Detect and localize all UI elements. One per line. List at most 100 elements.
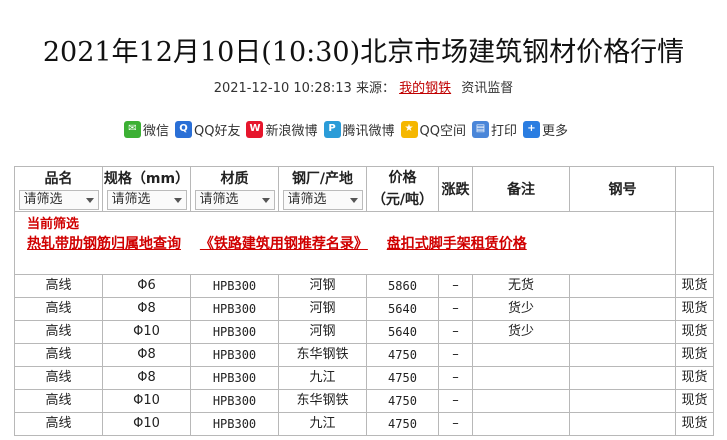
share-label: 腾讯微博 (342, 123, 395, 139)
qq-zone-icon: ★ (400, 120, 418, 138)
cell-material: HPB300 (190, 366, 279, 390)
col-mill-label: 钢厂/产地 (291, 171, 354, 187)
cell-product: 高线 (14, 366, 103, 390)
link-rebar-origin-query[interactable]: 热轧带肋钢筋归属地查询 (27, 236, 181, 252)
cell-steel-no (569, 343, 676, 367)
cell-spec: Φ10 (102, 320, 191, 344)
cell-product: 高线 (14, 274, 103, 298)
share-label: 新浪微博 (265, 123, 318, 139)
product-filter-value: 请筛选 (23, 192, 63, 207)
cell-product: 高线 (14, 412, 103, 436)
share-print-button[interactable]: ▤ 打印 (471, 120, 517, 139)
share-label: 更多 (542, 123, 569, 139)
cell-material: HPB300 (190, 412, 279, 436)
sina-weibo-icon: W (246, 120, 264, 138)
cell-material: HPB300 (190, 274, 279, 298)
spot-link[interactable]: 现货 (675, 320, 714, 344)
share-label: 打印 (490, 123, 517, 139)
table-row: 高线 Φ8 HPB300 东华钢铁 4750– 现货 (14, 343, 714, 367)
cell-price: 5640 (366, 320, 439, 344)
cell-price: 4750 (366, 366, 439, 390)
cell-mill: 东华钢铁 (278, 343, 367, 367)
table-row: 高线 Φ6 HPB300 河钢 5860– 无货 现货 (14, 274, 714, 298)
spot-link[interactable]: 现货 (675, 274, 714, 298)
cell-note: 货少 (472, 320, 570, 344)
spot-link[interactable]: 现货 (675, 389, 714, 413)
cell-note (472, 412, 570, 436)
col-price-unit: （元/吨） (371, 192, 434, 208)
cell-mill: 东华钢铁 (278, 389, 367, 413)
chevron-down-icon (173, 197, 182, 203)
cell-product: 高线 (14, 343, 103, 367)
print-icon: ▤ (471, 120, 489, 138)
spot-link[interactable]: 现货 (675, 412, 714, 436)
link-railway-steel-list[interactable]: 《铁路建筑用钢推荐名录》 (200, 236, 368, 252)
col-action-header (675, 166, 714, 212)
current-filter-label: 当前筛选 (27, 217, 80, 232)
chevron-down-icon (85, 197, 94, 203)
related-links: 热轧带肋钢筋归属地查询 《铁路建筑用钢推荐名录》 盘扣式脚手架租赁价格 (27, 234, 663, 254)
cell-mill: 河钢 (278, 274, 367, 298)
cell-steel-no (569, 320, 676, 344)
cell-steel-no (569, 412, 676, 436)
material-filter-value: 请筛选 (199, 192, 239, 207)
category-label: 资讯监督 (461, 81, 514, 96)
cell-change: – (438, 274, 473, 298)
share-sina-weibo-button[interactable]: W 新浪微博 (246, 120, 318, 139)
material-filter-select[interactable]: 请筛选 (194, 190, 275, 210)
table-row: 高线 Φ8 HPB300 九江 4750– 现货 (14, 366, 714, 390)
article-page: 2021年12月10日(10:30)北京市场建筑钢材价格行情 2021-12-1… (0, 0, 727, 440)
cell-spec: Φ8 (102, 343, 191, 367)
spec-filter-select[interactable]: 请筛选 (106, 190, 187, 210)
cell-note: 无货 (472, 274, 570, 298)
col-product-label: 品名 (44, 171, 73, 187)
cell-change: – (438, 389, 473, 413)
price-table: 品名 请筛选 规格（mm） 请筛选 材质 请筛选 钢厂/产地 请筛选 价格 （元… (14, 166, 714, 436)
cell-material: HPB300 (190, 320, 279, 344)
share-more-button[interactable]: + 更多 (523, 120, 568, 139)
cell-steel-no (569, 274, 676, 298)
cell-note (472, 343, 570, 367)
col-note: 备注 (472, 166, 570, 212)
share-wechat-button[interactable]: ✉ 微信 (124, 120, 169, 139)
table-row: 高线 Φ10 HPB300 东华钢铁 4750– 现货 (14, 389, 714, 413)
share-tencent-weibo-button[interactable]: P 腾讯微博 (323, 120, 395, 139)
spot-link[interactable]: 现货 (675, 366, 714, 390)
cell-price: 4750 (366, 412, 439, 436)
cell-change: – (438, 412, 473, 436)
cell-change: – (438, 297, 473, 321)
cell-product: 高线 (14, 320, 103, 344)
product-filter-select[interactable]: 请筛选 (18, 190, 99, 210)
col-price: 价格 （元/吨） (366, 166, 439, 212)
link-scaffold-rental-price[interactable]: 盘扣式脚手架租赁价格 (387, 236, 527, 252)
publish-datetime: 2021-12-10 10:28:13 (213, 81, 352, 96)
table-row: 高线 Φ8 HPB300 河钢 5640– 货少 现货 (14, 297, 714, 321)
cell-note (472, 389, 570, 413)
source-link[interactable]: 我的钢铁 (399, 81, 451, 96)
chevron-down-icon (261, 197, 270, 203)
col-price-label: 价格 (388, 170, 417, 186)
spot-link[interactable]: 现货 (675, 343, 714, 367)
share-qq-friend-button[interactable]: Q QQ好友 (175, 120, 240, 139)
cell-change: – (438, 366, 473, 390)
tencent-weibo-icon: P (323, 120, 341, 138)
mill-filter-select[interactable]: 请筛选 (282, 190, 363, 210)
col-change: 涨跌 (438, 166, 473, 212)
table-row: 高线 Φ10 HPB300 河钢 5640– 货少 现货 (14, 320, 714, 344)
share-qq-zone-button[interactable]: ★ QQ空间 (400, 120, 466, 139)
cell-spec: Φ8 (102, 297, 191, 321)
wechat-icon: ✉ (124, 120, 141, 138)
share-label: QQ空间 (419, 123, 466, 139)
cell-price: 5640 (366, 297, 439, 321)
cell-material: HPB300 (190, 297, 279, 321)
col-material: 材质 请筛选 (190, 166, 279, 212)
share-label: 微信 (143, 123, 170, 139)
cell-price: 5860 (366, 274, 439, 298)
filter-info-cell: 当前筛选 热轧带肋钢筋归属地查询 《铁路建筑用钢推荐名录》 盘扣式脚手架租赁价格 (14, 211, 676, 275)
filter-side-cell (675, 211, 714, 275)
cell-price: 4750 (366, 389, 439, 413)
spot-link[interactable]: 现货 (675, 297, 714, 321)
cell-spec: Φ6 (102, 274, 191, 298)
cell-steel-no (569, 366, 676, 390)
cell-spec: Φ8 (102, 366, 191, 390)
